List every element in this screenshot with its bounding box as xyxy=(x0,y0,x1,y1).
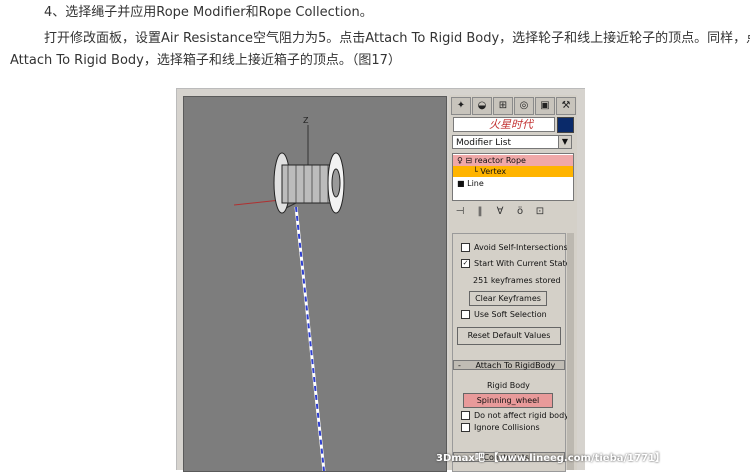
use-soft-label: Use Soft Selection xyxy=(474,310,547,319)
use-soft-selection-checkbox[interactable]: Use Soft Selection xyxy=(461,309,547,321)
motion-tab-icon[interactable]: ◎ xyxy=(514,97,534,115)
modifier-stack: ♀ ⊟ reactor Rope └ Vertex ■ Line xyxy=(452,153,574,201)
command-panel: ✦ ◒ ⊞ ◎ ▣ ⚒ 火星时代 Modifier List ▼ ♀ ⊟ rea… xyxy=(449,95,577,472)
expand-icon[interactable]: ⊟ xyxy=(465,156,472,165)
utilities-tab-icon[interactable]: ⚒ xyxy=(556,97,576,115)
article-heading: 4、选择绳子并应用Rope Modifier和Rope Collection。 xyxy=(44,5,373,20)
stack-item-vertex[interactable]: └ Vertex xyxy=(453,166,573,177)
stack-toolbar: ⊣ ‖ ∀ ö ⊡ xyxy=(453,202,573,222)
z-axis-label: Z xyxy=(303,116,309,125)
screenshot-figure: Z ✦ ◒ ⊞ ◎ ▣ ⚒ 火星时代 Modifier List ▼ ♀ ⊟ r… xyxy=(176,88,585,472)
configure-sets-icon[interactable]: ⊡ xyxy=(533,205,547,219)
stack-item-line[interactable]: ■ Line xyxy=(453,178,573,189)
lightbulb-icon[interactable]: ♀ xyxy=(457,156,463,165)
stack-item-label: Vertex xyxy=(480,167,507,176)
make-unique-icon[interactable]: ∀ xyxy=(493,205,507,219)
viewport-scene: Z xyxy=(233,116,345,471)
clear-keyframes-button[interactable]: Clear Keyframes xyxy=(469,291,547,306)
site-logo: 火星时代 xyxy=(489,118,533,131)
object-color-swatch[interactable] xyxy=(557,117,574,133)
collapsed-square-icon: ■ xyxy=(457,179,465,188)
create-tab-icon[interactable]: ✦ xyxy=(451,97,471,115)
rigid-body-pick-button[interactable]: Spinning_wheel xyxy=(463,393,553,408)
start-current-state-checkbox[interactable]: ✓ Start With Current State xyxy=(461,258,571,270)
avoid-self-label: Avoid Self-Intersections xyxy=(474,243,568,252)
pin-stack-icon[interactable]: ⊣ xyxy=(453,205,467,219)
remove-modifier-icon[interactable]: ö xyxy=(513,205,527,219)
tree-branch-icon: └ xyxy=(473,167,478,176)
display-tab-icon[interactable]: ▣ xyxy=(535,97,555,115)
forum-watermark: 3Dmax吧 【www.lineeg.com/tieba/1771】 xyxy=(436,453,665,464)
collapse-toggle-icon: - xyxy=(458,361,461,370)
not-affect-label: Do not affect rigid body xyxy=(474,411,569,420)
ignore-collisions-label: Ignore Collisions xyxy=(474,423,540,432)
attach-rollout-label: Attach To RigidBody xyxy=(475,361,556,370)
hierarchy-tab-icon[interactable]: ⊞ xyxy=(493,97,513,115)
rigid-body-label: Rigid Body xyxy=(487,381,530,390)
stack-item-label: reactor Rope xyxy=(474,156,526,165)
modifier-list-label: Modifier List xyxy=(456,138,511,148)
reset-default-values-button[interactable]: Reset Default Values xyxy=(457,327,561,345)
article-line-2: Attach To Rigid Body，选择箱子和线上接近箱子的顶点。（图17… xyxy=(10,53,401,68)
show-end-result-icon[interactable]: ‖ xyxy=(473,205,487,219)
avoid-self-intersections-checkbox[interactable]: Avoid Self-Intersections xyxy=(461,242,568,254)
not-affect-rigid-body-checkbox[interactable]: Do not affect rigid body xyxy=(461,410,569,422)
keyframes-status: 251 keyframes stored xyxy=(473,276,561,285)
ignore-collisions-checkbox[interactable]: Ignore Collisions xyxy=(461,422,540,434)
panel-scrollbar[interactable] xyxy=(567,233,574,470)
modify-tab-icon[interactable]: ◒ xyxy=(472,97,492,115)
modifier-list-dropdown[interactable]: Modifier List ▼ xyxy=(452,135,572,149)
stack-item-reactor-rope[interactable]: ♀ ⊟ reactor Rope xyxy=(453,155,573,166)
rope-parameters-rollout: Avoid Self-Intersections ✓ Start With Cur… xyxy=(452,233,571,472)
start-current-label: Start With Current State xyxy=(474,259,571,268)
chevron-down-icon[interactable]: ▼ xyxy=(558,136,571,148)
perspective-viewport[interactable]: Z xyxy=(183,96,447,472)
article-line-1: 打开修改面板，设置Air Resistance空气阻力为5。点击Attach T… xyxy=(44,31,750,46)
attach-rigidbody-rollout-title[interactable]: - Attach To RigidBody xyxy=(453,360,565,370)
command-panel-tabs: ✦ ◒ ⊞ ◎ ▣ ⚒ xyxy=(451,97,576,115)
stack-item-label: Line xyxy=(467,179,484,188)
